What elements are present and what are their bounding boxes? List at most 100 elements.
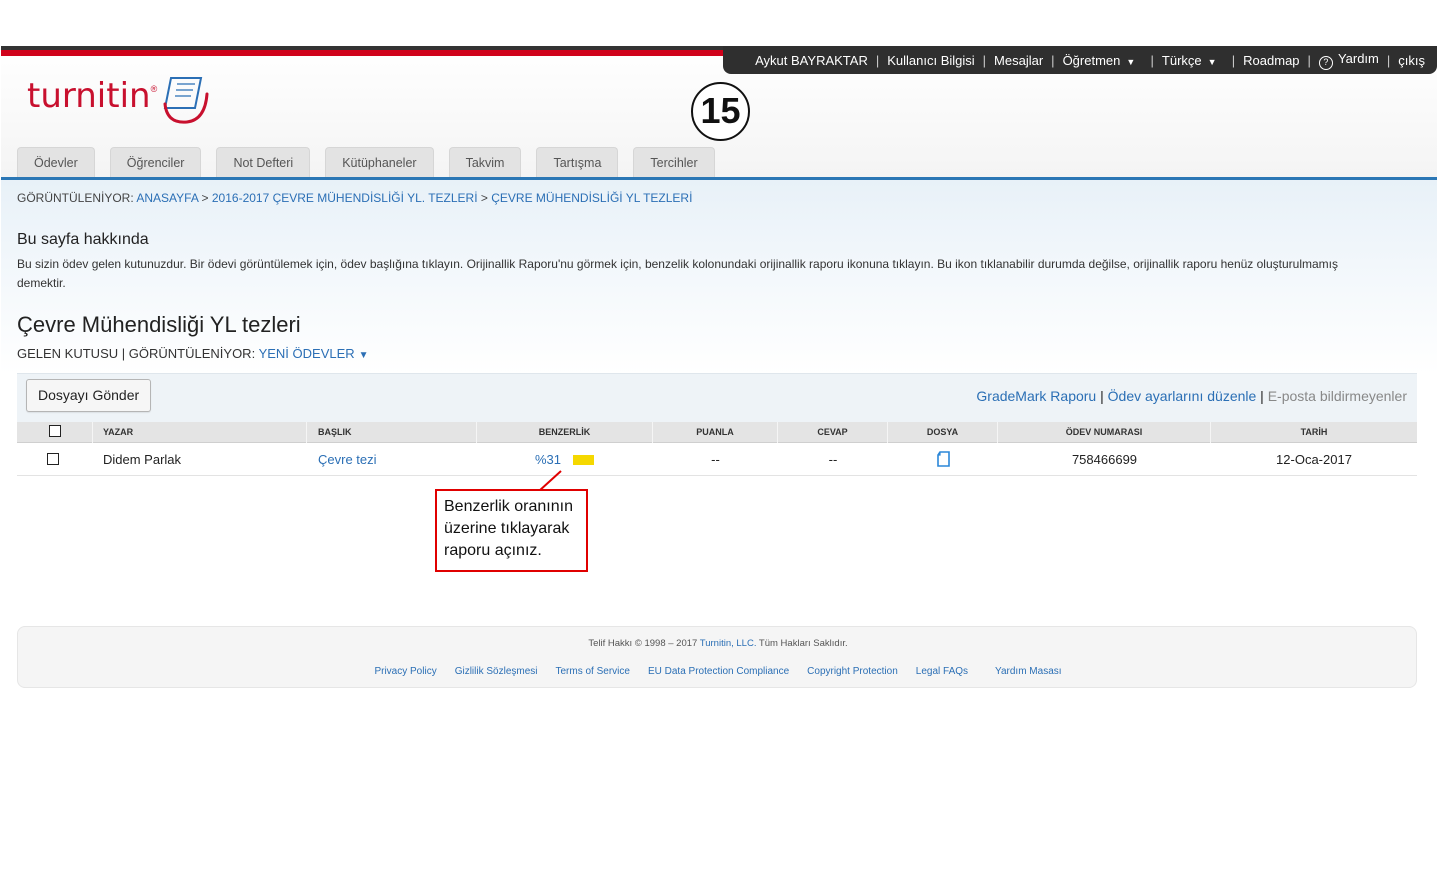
column-header-similarity[interactable]: BENZERLİK: [477, 422, 653, 443]
column-header-grade[interactable]: PUANLA: [653, 422, 778, 443]
view-filter-dropdown[interactable]: YENİ ÖDEVLER: [259, 346, 355, 361]
similarity-report-link[interactable]: %31: [535, 452, 561, 467]
chevron-down-icon: ▼: [1126, 56, 1136, 67]
help-link[interactable]: ? Yardım: [1318, 50, 1379, 70]
row-select-checkbox[interactable]: [47, 453, 59, 465]
tab-assignments[interactable]: Ödevler: [17, 147, 95, 178]
about-text: Bu sizin ödev gelen kutunuzdur. Bir ödev…: [17, 257, 1338, 290]
row-grade[interactable]: --: [653, 443, 778, 476]
user-bar: Aykut BAYRAKTAR | Kullanıcı Bilgisi | Me…: [723, 46, 1437, 74]
page-top-margin: [0, 0, 1438, 46]
breadcrumb-assignment-link[interactable]: ÇEVRE MÜHENDİSLİĞİ YL TEZLERİ: [491, 191, 692, 205]
tab-discussion[interactable]: Tartışma: [536, 147, 619, 178]
breadcrumb-home-link[interactable]: ANASAYFA: [136, 191, 198, 205]
annotation-callout: Benzerlik oranının üzerine tıklayarak ra…: [435, 489, 588, 572]
roadmap-link[interactable]: Roadmap: [1243, 53, 1299, 68]
grademark-report-link[interactable]: GradeMark Raporu: [976, 388, 1096, 404]
separator: |: [1143, 52, 1154, 68]
copyright-suffix: Tüm Hakları Saklıdır.: [758, 638, 848, 649]
breadcrumb-separator: >: [480, 191, 488, 205]
tab-students[interactable]: Öğrenciler: [109, 147, 202, 178]
role-label: Öğretmen: [1062, 52, 1121, 68]
select-all-checkbox[interactable]: [48, 425, 61, 437]
column-header-response[interactable]: CEVAP: [778, 422, 888, 443]
tab-calendar[interactable]: Takvim: [448, 147, 522, 178]
annotation-text-line: raporu açınız.: [444, 542, 542, 559]
turnitin-logo[interactable]: turnitin ®: [27, 76, 209, 124]
breadcrumb-prefix: GÖRÜNTÜLENİYOR:: [17, 191, 134, 205]
footer-link-gizlilik[interactable]: Gizlilik Sözleşmesi: [455, 666, 538, 677]
language-label: Türkçe: [1161, 52, 1202, 68]
page-title: Çevre Mühendisliği YL tezleri: [17, 312, 301, 337]
inbox-toolbar: Dosyayı Gönder GradeMark Raporu | Ödev a…: [17, 373, 1417, 423]
column-header-title[interactable]: BAŞLIK: [307, 422, 477, 443]
annotation-text-line: üzerine tıklayarak: [444, 520, 570, 537]
footer-link-legal-faqs[interactable]: Legal FAQs: [916, 666, 968, 677]
row-response[interactable]: --: [778, 443, 888, 476]
copyright-text: Telif Hakkı © 1998 – 2017 Turnitin, LLC.…: [18, 638, 1418, 649]
separator: |: [982, 52, 987, 68]
user-info-link[interactable]: Kullanıcı Bilgisi: [887, 53, 974, 68]
chevron-down-icon: ▼: [1207, 56, 1217, 67]
document-icon[interactable]: [936, 451, 950, 467]
turnitin-company-link[interactable]: Turnitin, LLC.: [700, 638, 757, 649]
copyright-prefix: Telif Hakkı © 1998 – 2017: [588, 638, 698, 649]
logo-mark-icon: [163, 77, 209, 124]
chevron-down-icon[interactable]: ▼: [359, 350, 369, 361]
similarity-color-indicator[interactable]: [573, 455, 595, 465]
footer-link-privacy-policy[interactable]: Privacy Policy: [374, 666, 436, 677]
table-header: YAZAR BAŞLIK BENZERLİK PUANLA CEVAP DOSY…: [17, 422, 1417, 443]
footer: Telif Hakkı © 1998 – 2017 Turnitin, LLC.…: [17, 626, 1417, 688]
user-name-link[interactable]: Aykut BAYRAKTAR: [755, 53, 868, 68]
separator: |: [875, 52, 880, 68]
separator: |: [1307, 52, 1311, 68]
column-header-author[interactable]: YAZAR: [93, 422, 307, 443]
row-file-cell: [888, 443, 998, 476]
edit-assignment-settings-link[interactable]: Ödev ayarlarını düzenle: [1108, 388, 1257, 404]
breadcrumb-class-link[interactable]: 2016-2017 ÇEVRE MÜHENDİSLİĞİ YL. TEZLERİ: [212, 191, 478, 205]
logo-text: turnitin: [27, 76, 151, 116]
row-date: 12-Oca-2017: [1276, 452, 1352, 467]
row-title-cell: Çevre tezi: [318, 443, 478, 476]
row-similarity-cell: %31: [535, 443, 653, 476]
row-select-cell: [17, 443, 93, 476]
step-number-badge: 15: [691, 82, 750, 141]
separator: |: [1386, 52, 1391, 68]
tab-libraries[interactable]: Kütüphaneler: [325, 147, 434, 178]
header-red-line: [1, 50, 723, 56]
paper-title-link[interactable]: Çevre tezi: [318, 452, 377, 467]
viewing-label: GÖRÜNTÜLENİYOR:: [128, 346, 256, 361]
breadcrumb: GÖRÜNTÜLENİYOR: ANASAYFA > 2016-2017 ÇEV…: [17, 191, 692, 205]
tab-gradebook[interactable]: Not Defteri: [216, 147, 311, 178]
separator: |: [1224, 52, 1236, 68]
column-header-date[interactable]: TARİH: [1211, 422, 1417, 443]
submit-file-button[interactable]: Dosyayı Gönder: [26, 379, 152, 412]
footer-link-help-desk[interactable]: Yardım Masası: [995, 666, 1062, 677]
separator: |: [1100, 388, 1104, 404]
logout-link[interactable]: çıkış: [1398, 53, 1425, 68]
select-all-cell: [17, 422, 93, 443]
main-nav-tabs: Ödevler Öğrenciler Not Defteri Kütüphane…: [17, 147, 715, 178]
separator: |: [1260, 388, 1264, 404]
help-label: Yardım: [1337, 50, 1379, 66]
role-dropdown[interactable]: Öğretmen ▼: [1063, 53, 1136, 68]
table-row: Didem Parlak Çevre tezi %31 -- -- 758466…: [17, 443, 1417, 476]
separator: |: [1051, 52, 1055, 68]
footer-links: Privacy Policy Gizlilik Sözleşmesi Terms…: [18, 666, 1418, 677]
footer-link-terms[interactable]: Terms of Service: [556, 666, 630, 677]
column-header-paper-id[interactable]: ÖDEV NUMARASI: [998, 422, 1211, 443]
messages-link[interactable]: Mesajlar: [994, 53, 1043, 68]
about-title: Bu sayfa hakkında: [17, 231, 149, 248]
separator: |: [121, 346, 126, 361]
inbox-view-line: GELEN KUTUSU | GÖRÜNTÜLENİYOR: YENİ ÖDEV…: [17, 346, 369, 361]
email-nonsubmitters-link: E-posta bildirmeyenler: [1267, 388, 1407, 404]
toolbar-links: GradeMark Raporu | Ödev ayarlarını düzen…: [976, 388, 1407, 404]
column-header-file[interactable]: DOSYA: [888, 422, 998, 443]
annotation-text-line: Benzerlik oranının: [444, 498, 573, 515]
inbox-label: GELEN KUTUSU: [17, 346, 119, 361]
footer-link-copyright-protection[interactable]: Copyright Protection: [807, 666, 898, 677]
tab-preferences[interactable]: Tercihler: [633, 147, 715, 178]
footer-link-eu-data-protection[interactable]: EU Data Protection Compliance: [648, 666, 789, 677]
language-dropdown[interactable]: Türkçe ▼: [1162, 53, 1217, 68]
breadcrumb-separator: >: [201, 191, 209, 205]
